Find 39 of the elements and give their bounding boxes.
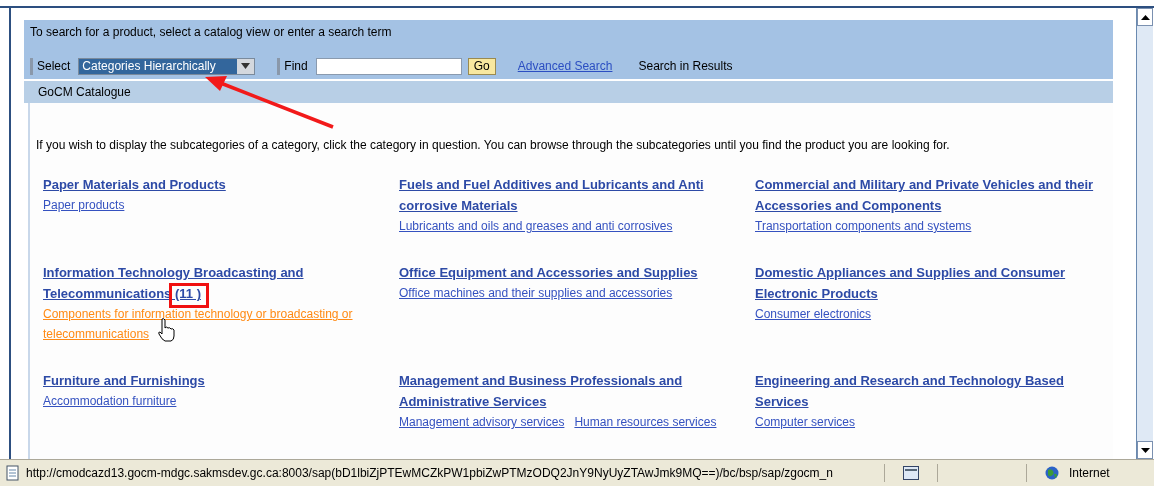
subcategory-link[interactable]: Accommodation furniture xyxy=(43,391,177,411)
select-label: Select xyxy=(37,59,71,73)
category-link[interactable]: Management and Business Professionals and Administrative Services xyxy=(399,370,755,412)
status-url: http://cmodcazd13.gocm-mdgc.sakmsdev.gc.ca:8003/sap(bD1lbiZjPTEwMCZkPW1pbiZwPTMzODQ2JnY9NyUyZTAwJmk9MQ==)/bc/bsp/sap/zgocm_n xyxy=(26,466,834,480)
subcategory-link[interactable]: Management advisory services xyxy=(399,412,565,432)
hand-pointer-icon xyxy=(156,318,176,342)
page-icon xyxy=(6,465,20,481)
category-link[interactable]: Fuels and Fuel Additives and Lubricants and Anti corrosive Materials xyxy=(399,174,755,216)
category-link[interactable]: Domestic Appliances and Supplies and Consumer Electronic Products xyxy=(755,262,1111,304)
go-button[interactable]: Go xyxy=(467,57,496,75)
window-icon xyxy=(903,466,919,480)
category-link[interactable]: Paper Materials and Products xyxy=(43,174,399,195)
vertical-scrollbar[interactable] xyxy=(1136,8,1153,459)
highlight-box xyxy=(169,283,209,308)
find-label: Find xyxy=(284,59,308,73)
subcategory-link[interactable]: Transportation components and systems xyxy=(755,216,972,236)
subcategory-link[interactable]: Paper products xyxy=(43,195,125,215)
catalog-view-dropdown[interactable]: Categories Hierarchically xyxy=(78,57,256,75)
category-link[interactable]: Information Technology Broadcasting and Telecommunications (11 ) xyxy=(43,262,399,304)
category-link[interactable]: Commercial and Military and Private Vehicles and their Accessories and Components xyxy=(755,174,1111,216)
intro-text: If you wish to display the subcategories of a category, click the category in question. You can browse through the subcategories until you find the product you are looking for. xyxy=(36,138,951,152)
category-link[interactable]: Furniture and Furnishings xyxy=(43,370,399,391)
dropdown-caret-icon[interactable] xyxy=(237,58,255,74)
advanced-search-link[interactable]: Advanced Search xyxy=(517,59,613,73)
category-link[interactable]: Office Equipment and Accessories and Supplies xyxy=(399,262,755,283)
scroll-down-icon[interactable] xyxy=(1137,441,1153,459)
globe-icon xyxy=(1045,466,1059,480)
subcategory-link[interactable]: Human resources services xyxy=(574,412,717,432)
category-link[interactable]: Engineering and Research and Technology Based Services xyxy=(755,370,1111,412)
subcategory-link[interactable]: Lubricants and oils and greases and anti corrosives xyxy=(399,216,673,236)
search-in-results-text: Search in Results xyxy=(638,59,733,73)
scroll-up-icon[interactable] xyxy=(1137,8,1153,26)
find-field[interactable] xyxy=(315,57,462,75)
subcategory-link[interactable]: Computer services xyxy=(755,412,856,432)
breadcrumb-text: GoCM Catalogue xyxy=(38,85,131,99)
subcategory-link[interactable]: Consumer electronics xyxy=(755,304,872,324)
subcategory-link[interactable]: Office machines and their supplies and accessories xyxy=(399,283,673,303)
instruction-text: To search for a product, select a catalog view or enter a search term xyxy=(30,25,393,39)
security-zone-text: Internet xyxy=(1069,466,1110,480)
